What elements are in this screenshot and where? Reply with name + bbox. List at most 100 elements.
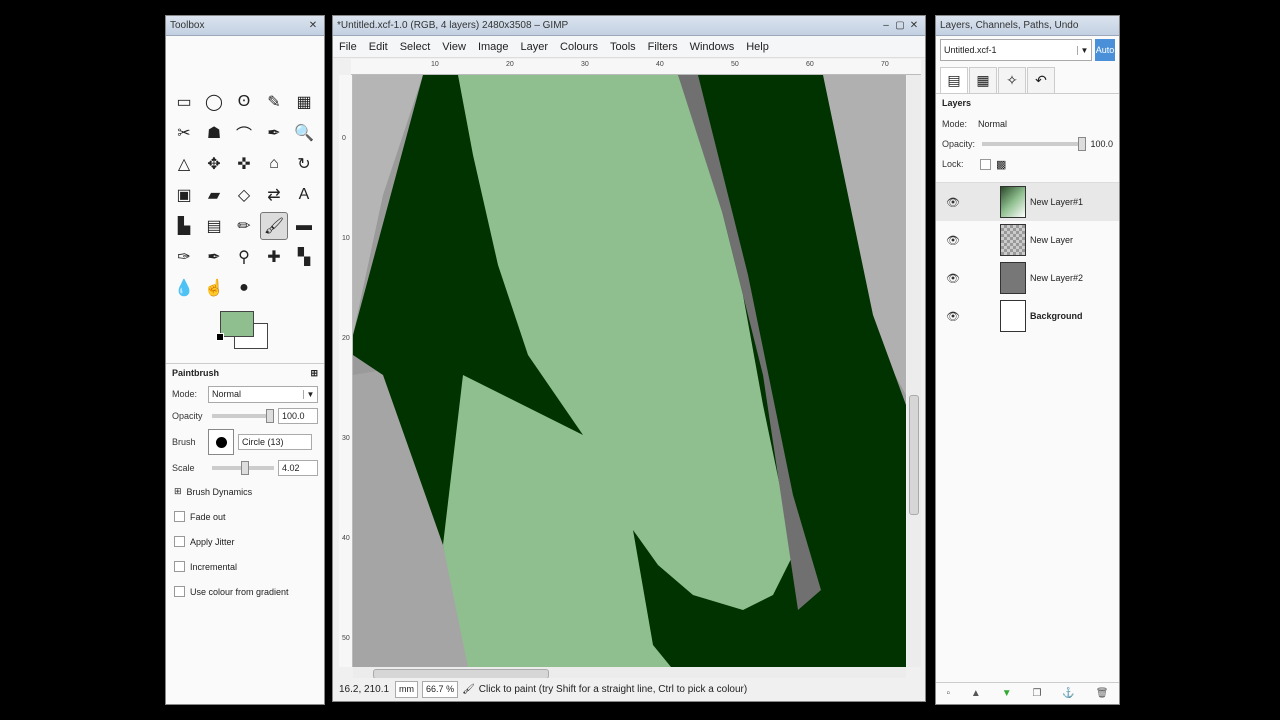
brush-name[interactable]: Circle (13) — [238, 434, 312, 450]
ink-icon[interactable]: ✒ — [200, 243, 228, 271]
slider-handle[interactable] — [1078, 137, 1087, 151]
scroll-thumb[interactable] — [909, 395, 919, 515]
brush-preview[interactable] — [208, 429, 234, 455]
unit-select[interactable]: mm — [395, 681, 419, 698]
delete-layer-icon[interactable]: 🗑 — [1096, 688, 1109, 699]
menu-image[interactable]: Image — [478, 41, 509, 53]
paths-tab-icon[interactable]: ✧ — [998, 67, 1026, 93]
maximize-icon[interactable]: ▢ — [893, 19, 907, 33]
channels-tab-icon[interactable]: ▦ — [969, 67, 997, 93]
horizontal-ruler[interactable]: 10 20 30 40 50 60 70 — [351, 59, 921, 75]
measure-icon[interactable]: △ — [170, 150, 198, 178]
crop-icon[interactable]: ⌂ — [260, 150, 288, 178]
heal-icon[interactable]: ✚ — [260, 243, 288, 271]
slider-handle[interactable] — [266, 409, 274, 423]
undo-tab-icon[interactable]: ↶ — [1027, 67, 1055, 93]
menu-edit[interactable]: Edit — [369, 41, 388, 53]
duplicate-layer-icon[interactable]: ❐ — [1033, 688, 1042, 699]
scale-slider[interactable] — [212, 461, 274, 475]
image-titlebar[interactable]: *Untitled.xcf-1.0 (RGB, 4 layers) 2480x3… — [333, 16, 925, 36]
ellipse-select-icon[interactable]: ◯ — [200, 88, 228, 116]
airbrush-icon[interactable]: ✑ — [170, 243, 198, 271]
apply-jitter-checkbox[interactable]: Apply Jitter — [172, 529, 318, 554]
eye-icon[interactable]: 👁 — [936, 234, 970, 247]
use-gradient-checkbox[interactable]: Use colour from gradient — [172, 579, 318, 604]
paths-icon[interactable]: ⌒ — [230, 119, 258, 147]
paintbrush-icon[interactable]: 🖌 — [260, 212, 288, 240]
perspective-clone-icon[interactable]: ▚ — [290, 243, 318, 271]
foreground-color-swatch[interactable] — [220, 311, 254, 337]
raise-layer-icon[interactable]: ▲ — [971, 688, 981, 699]
slider-handle[interactable] — [241, 461, 250, 475]
eye-icon[interactable]: 👁 — [936, 196, 970, 209]
blur-icon[interactable]: 💧 — [170, 274, 198, 302]
shear-icon[interactable]: ▰ — [200, 181, 228, 209]
color-select-icon[interactable]: ▦ — [290, 88, 318, 116]
layer-mode-value[interactable]: Normal — [978, 119, 1113, 129]
zoom-select[interactable]: 66.7 % — [422, 681, 459, 698]
menu-layer[interactable]: Layer — [521, 41, 549, 53]
anchor-layer-icon[interactable]: ⚓ — [1062, 688, 1074, 699]
layer-row[interactable]: 👁 New Layer#1 — [936, 183, 1119, 221]
dodge-burn-icon[interactable]: ● — [230, 274, 258, 302]
vertical-ruler[interactable]: 0 10 20 30 40 50 — [339, 75, 353, 667]
lock-pixels-checkbox[interactable] — [980, 158, 991, 170]
image-canvas[interactable] — [353, 75, 906, 667]
close-icon[interactable]: ✕ — [907, 19, 921, 33]
menu-view[interactable]: View — [442, 41, 466, 53]
scale-icon[interactable]: ▣ — [170, 181, 198, 209]
layer-opacity-value[interactable]: 100.0 — [1090, 139, 1113, 149]
scale-spin[interactable]: 4.02 — [278, 460, 318, 476]
vertical-scrollbar[interactable] — [907, 75, 921, 667]
text-icon[interactable]: A — [290, 181, 318, 209]
menu-select[interactable]: Select — [400, 41, 431, 53]
pencil-icon[interactable]: ✏ — [230, 212, 258, 240]
toolbox-titlebar[interactable]: Toolbox ✕ — [166, 16, 324, 36]
eye-icon[interactable]: 👁 — [936, 272, 970, 285]
color-picker-icon[interactable]: ✒ — [260, 119, 288, 147]
new-layer-icon[interactable]: ▫ — [946, 688, 950, 699]
incremental-checkbox[interactable]: Incremental — [172, 554, 318, 579]
lower-layer-icon[interactable]: ▼ — [1002, 688, 1012, 699]
layer-row[interactable]: 👁 Background — [936, 297, 1119, 335]
menu-windows[interactable]: Windows — [690, 41, 735, 53]
image-select[interactable]: Untitled.xcf-1 ▼ — [940, 39, 1092, 61]
blend-icon[interactable]: ▤ — [200, 212, 228, 240]
smudge-icon[interactable]: ☝ — [200, 274, 228, 302]
minimize-icon[interactable]: – — [879, 19, 893, 33]
free-select-icon[interactable]: ʘ — [230, 88, 258, 116]
close-icon[interactable]: ✕ — [306, 19, 320, 33]
move-icon[interactable]: ✥ — [200, 150, 228, 178]
foreground-select-icon[interactable]: ☗ — [200, 119, 228, 147]
perspective-icon[interactable]: ◇ — [230, 181, 258, 209]
menu-tools[interactable]: Tools — [610, 41, 636, 53]
menu-file[interactable]: File — [339, 41, 357, 53]
brush-dynamics-expander[interactable]: ⊞ Brush Dynamics — [172, 479, 318, 504]
opacity-slider[interactable] — [212, 409, 274, 423]
scissors-icon[interactable]: ✂ — [170, 119, 198, 147]
menu-colours[interactable]: Colours — [560, 41, 598, 53]
layers-titlebar[interactable]: Layers, Channels, Paths, Undo — [936, 16, 1119, 36]
auto-button[interactable]: Auto — [1095, 39, 1115, 61]
eye-icon[interactable]: 👁 — [936, 310, 970, 323]
lock-alpha-icon[interactable]: ▩ — [996, 158, 1006, 171]
options-menu-icon[interactable]: ⊞ — [310, 368, 318, 379]
layer-opacity-slider[interactable] — [982, 137, 1087, 151]
layer-row[interactable]: 👁 New Layer — [936, 221, 1119, 259]
zoom-icon[interactable]: 🔍 — [290, 119, 318, 147]
layer-row[interactable]: 👁 New Layer#2 — [936, 259, 1119, 297]
bucket-fill-icon[interactable]: ▙ — [170, 212, 198, 240]
flip-icon[interactable]: ⇄ — [260, 181, 288, 209]
fade-out-checkbox[interactable]: Fade out — [172, 504, 318, 529]
align-icon[interactable]: ✜ — [230, 150, 258, 178]
rotate-icon[interactable]: ↻ — [290, 150, 318, 178]
default-colors-icon[interactable] — [216, 333, 224, 341]
eraser-icon[interactable]: ▬ — [290, 212, 318, 240]
menu-filters[interactable]: Filters — [648, 41, 678, 53]
fuzzy-select-icon[interactable]: ✎ — [260, 88, 288, 116]
menu-help[interactable]: Help — [746, 41, 769, 53]
mode-select[interactable]: Normal ▼ — [208, 385, 318, 403]
opacity-spin[interactable]: 100.0 — [278, 408, 318, 424]
layers-tab-icon[interactable]: ▤ — [940, 67, 968, 93]
rect-select-icon[interactable]: ▭ — [170, 88, 198, 116]
